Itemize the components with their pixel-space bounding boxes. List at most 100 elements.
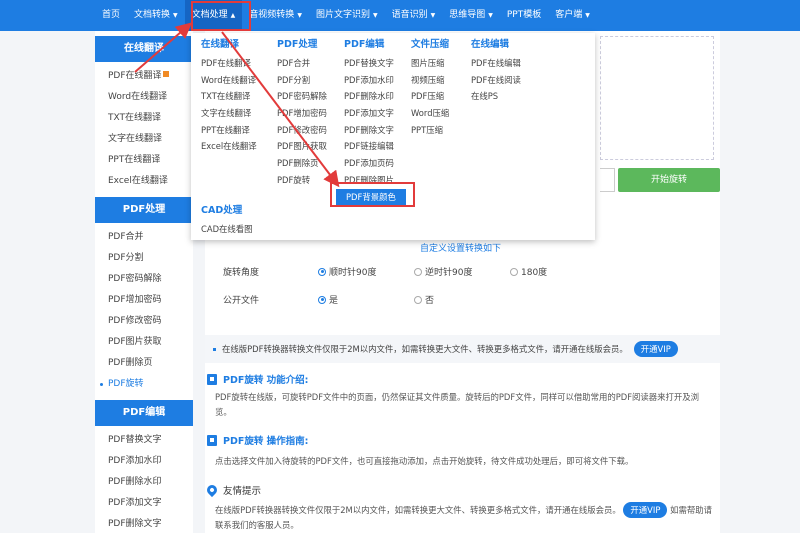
sidebar-item[interactable]: TXT在线翻译	[95, 108, 193, 129]
open-vip-button-tips[interactable]: 开通VIP	[623, 502, 668, 518]
dropdown-item[interactable]: PDF链接编辑	[344, 138, 406, 155]
dropdown-column-title: PDF处理	[277, 39, 318, 50]
dropdown-item[interactable]: CAD在线看图	[201, 221, 253, 238]
dropdown-item[interactable]: PDF添加页码	[344, 155, 406, 172]
dropdown-item[interactable]: PPT在线翻译	[201, 122, 257, 139]
dropdown-item[interactable]: 图片压缩	[411, 55, 449, 72]
guide-text: 点击选择文件加入待旋转的PDF文件，也可直接拖动添加，点击开始旋转，待文件成功处…	[215, 456, 634, 466]
sidebar-item[interactable]: PDF删除文字	[95, 514, 193, 533]
start-rotate-button[interactable]: 开始旋转	[618, 168, 720, 192]
radio-counterclockwise-90[interactable]: 逆时针90度	[414, 265, 472, 278]
sidebar-item[interactable]: PDF删除页	[95, 353, 193, 374]
dropdown-column: PDF处理 PDF合并 PDF分割 PDF密码解除 PDF增加密码 PDF修改密码 PDF图…	[277, 38, 327, 189]
nav-item-2[interactable]: 文档处理 ▲	[184, 0, 243, 31]
sidebar-item[interactable]: PDF在线翻译	[95, 66, 193, 87]
sidebar-item-label: 文字在线翻译	[108, 134, 163, 144]
nav-item-6[interactable]: 思维导图 ▼	[442, 0, 500, 31]
dropdown-item[interactable]: Word压缩	[411, 105, 449, 122]
dropdown-item[interactable]: PDF合并	[277, 55, 327, 72]
nav-item-0[interactable]: 首页	[95, 0, 127, 31]
notice-text: 在线版PDF转换器转换文件仅限于2M以内文件，如需转换更大文件、转换更多格式文件…	[222, 344, 628, 354]
sidebar-item[interactable]: PDF删除水印	[95, 472, 193, 493]
sidebar-item[interactable]: PDF密码解除	[95, 269, 193, 290]
sidebar-item[interactable]: PDF添加水印	[95, 451, 193, 472]
dropdown-item[interactable]: PDF在线编辑	[471, 55, 521, 72]
dropdown-item[interactable]: PDF密码解除	[277, 88, 327, 105]
sidebar-item[interactable]: PDF分割	[95, 248, 193, 269]
sidebar-item[interactable]: PPT在线翻译	[95, 150, 193, 171]
dropdown-item[interactable]: PDF在线阅读	[471, 72, 521, 89]
nav-item-4[interactable]: 图片文字识别 ▼	[309, 0, 385, 31]
dropdown-item[interactable]: PDF删除水印	[344, 88, 406, 105]
nav-item-3[interactable]: 音视频转换 ▼	[242, 0, 309, 31]
nav-item-1[interactable]: 文档转换 ▼	[127, 0, 185, 31]
nav-item-5[interactable]: 语音识别 ▼	[385, 0, 443, 31]
dropdown-column: 在线编辑 PDF在线编辑 PDF在线阅读 在线PS	[471, 38, 521, 105]
dropdown-item[interactable]: PDF添加文字	[344, 105, 406, 122]
nav-item-8[interactable]: 客户端 ▼	[548, 0, 597, 31]
sidebar-item-label: PDF修改密码	[108, 316, 162, 326]
caret-up-icon: ▲	[230, 12, 236, 19]
sidebar-item-label: PDF替换文字	[108, 435, 162, 445]
dropdown-item[interactable]: PDF在线翻译	[201, 55, 257, 72]
radio-clockwise-90[interactable]: 顺时针90度	[318, 265, 376, 278]
guide-icon	[207, 434, 217, 446]
dropdown-item[interactable]: PDF旋转	[277, 172, 327, 189]
dropdown-item[interactable]: PDF增加密码	[277, 105, 327, 122]
sidebar-item-label: PDF添加文字	[108, 498, 162, 508]
dropdown-item[interactable]: 视频压缩	[411, 72, 449, 89]
dropdown-column-title: 文件压缩	[411, 39, 450, 50]
dropdown-item[interactable]: PDF删除页	[277, 155, 327, 172]
sidebar-item[interactable]: Word在线翻译	[95, 87, 193, 108]
sidebar-item-label: Excel在线翻译	[108, 176, 168, 186]
caret-down-icon: ▼	[173, 12, 178, 19]
sidebar-item[interactable]: PDF添加文字	[95, 493, 193, 514]
sidebar-item[interactable]: PDF图片获取	[95, 332, 193, 353]
dropdown-item[interactable]: PDF替换文字	[344, 55, 406, 72]
bullet-icon	[213, 347, 216, 351]
dropdown-item[interactable]: Word在线翻译	[201, 72, 257, 89]
select-file-box[interactable]	[600, 168, 615, 192]
sidebar-item[interactable]: PDF旋转	[95, 374, 193, 395]
hot-badge-icon	[162, 71, 169, 77]
sidebar-item[interactable]: 文字在线翻译	[95, 129, 193, 150]
radio-dot-icon	[318, 267, 326, 276]
document-icon	[207, 373, 217, 385]
sidebar-item-label: TXT在线翻译	[108, 113, 162, 123]
dropdown-item[interactable]: 文字在线翻译	[201, 105, 257, 122]
dropdown-item[interactable]: PDF删除文字	[344, 122, 406, 139]
dropdown-item[interactable]: TXT在线翻译	[201, 88, 257, 105]
dropdown-item[interactable]: PPT压缩	[411, 122, 449, 139]
dropdown-item[interactable]: PDF删除图片	[344, 172, 406, 189]
radio-dot-icon	[510, 267, 518, 276]
sidebar-item-label: Word在线翻译	[108, 92, 168, 102]
sidebar-item-label: PDF增加密码	[108, 295, 162, 305]
dropdown-item[interactable]: PDF分割	[277, 72, 327, 89]
sidebar-item[interactable]: PDF增加密码	[95, 290, 193, 311]
sidebar-item[interactable]: PDF合并	[95, 227, 193, 248]
top-nav: 首页 文档转换 ▼ 文档处理 ▲ 音视频转换 ▼ 图片文字识别 ▼ 语音识别 ▼ 思维导图 ▼ PPT模板…	[0, 0, 800, 31]
dropdown-column: PDF编辑 PDF替换文字 PDF添加水印 PDF删除水印 PDF添加文字 PDF删除文字…	[336, 38, 406, 206]
radio-public-no[interactable]: 否	[414, 293, 434, 306]
dropdown-column: 在线翻译 PDF在线翻译 Word在线翻译 TXT在线翻译 文字在线翻译 PPT在线翻译 E…	[201, 38, 257, 155]
tips-title: 友情提示	[204, 482, 261, 498]
sidebar-item[interactable]: PDF替换文字	[95, 430, 193, 451]
open-vip-button[interactable]: 开通VIP	[633, 341, 678, 357]
dropdown-item[interactable]: 在线PS	[471, 88, 521, 105]
file-drop-area[interactable]	[600, 36, 714, 160]
dropdown-item[interactable]: PDF背景颜色	[336, 188, 406, 206]
dropdown-item[interactable]: Excel在线翻译	[201, 138, 257, 155]
radio-public-yes[interactable]: 是	[318, 293, 338, 306]
sidebar-item[interactable]: Excel在线翻译	[95, 171, 193, 192]
caret-down-icon: ▼	[430, 12, 436, 19]
nav-item-7[interactable]: PPT模板	[500, 0, 548, 31]
radio-180[interactable]: 180度	[510, 265, 547, 278]
sidebar-item-label: PDF删除文字	[108, 519, 162, 529]
custom-settings-link[interactable]: 自定义设置转换如下	[420, 241, 501, 254]
dropdown-item[interactable]: PDF图片获取	[277, 138, 327, 155]
sidebar-item[interactable]: PDF修改密码	[95, 311, 193, 332]
dropdown-item[interactable]: PDF添加水印	[344, 72, 406, 89]
nav-item-label: 首页	[102, 10, 121, 20]
dropdown-item[interactable]: PDF修改密码	[277, 122, 327, 139]
dropdown-item[interactable]: PDF压缩	[411, 88, 449, 105]
